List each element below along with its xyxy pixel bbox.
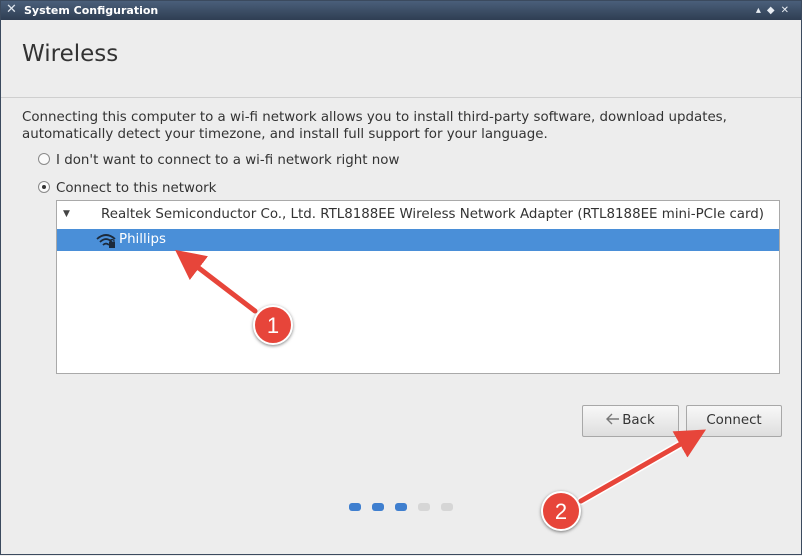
network-name-label: Phillips [119,232,166,247]
callout-badge-1: 1 [253,305,293,345]
network-list[interactable]: ▼ Realtek Semiconductor Co., Ltd. RTL818… [56,200,780,374]
window-titlebar[interactable]: ✕ System Configuration ▴◆✕ [1,1,801,20]
connect-button[interactable]: Connect [686,405,782,437]
network-row-phillips[interactable]: Phillips [57,229,779,251]
back-button-label: Back [622,413,655,428]
callout-badge-2: 2 [541,491,581,531]
system-configuration-window: ✕ System Configuration ▴◆✕ Wireless Conn… [0,0,802,555]
header-divider [1,97,801,98]
progress-dot [441,503,453,511]
connect-button-label: Connect [706,413,762,428]
radio-no-wifi-circle[interactable] [38,153,50,165]
progress-dot [418,503,430,511]
back-button[interactable]: Back [582,405,679,437]
page-header: Wireless [1,21,801,97]
back-arrow-icon [606,413,620,425]
wifi-lock-icon [96,234,116,248]
minimize-icon[interactable]: ▴ [756,5,767,16]
description-text: Connecting this computer to a wi-fi netw… [22,110,727,142]
radio-connect-network[interactable]: Connect to this network [38,180,216,198]
progress-dot [372,503,384,511]
expander-down-icon[interactable]: ▼ [63,201,70,228]
adapter-label: Realtek Semiconductor Co., Ltd. RTL8188E… [101,207,765,222]
settings-tools-icon: ✕ [6,2,17,17]
radio-no-wifi[interactable]: I don't want to connect to a wi-fi netwo… [38,152,399,170]
adapter-row[interactable]: ▼ Realtek Semiconductor Co., Ltd. RTL818… [57,201,779,228]
progress-dot [395,503,407,511]
window-title: System Configuration [24,4,159,17]
close-icon[interactable]: ✕ [781,5,795,16]
maximize-icon[interactable]: ◆ [767,5,781,16]
radio-connect-circle[interactable] [38,181,50,193]
radio-connect-label: Connect to this network [56,181,217,196]
window-controls: ▴◆✕ [756,1,795,20]
callout-arrow-2 [578,429,707,504]
radio-no-wifi-label: I don't want to connect to a wi-fi netwo… [56,153,400,168]
progress-dot [349,503,361,511]
page-title: Wireless [22,41,119,67]
